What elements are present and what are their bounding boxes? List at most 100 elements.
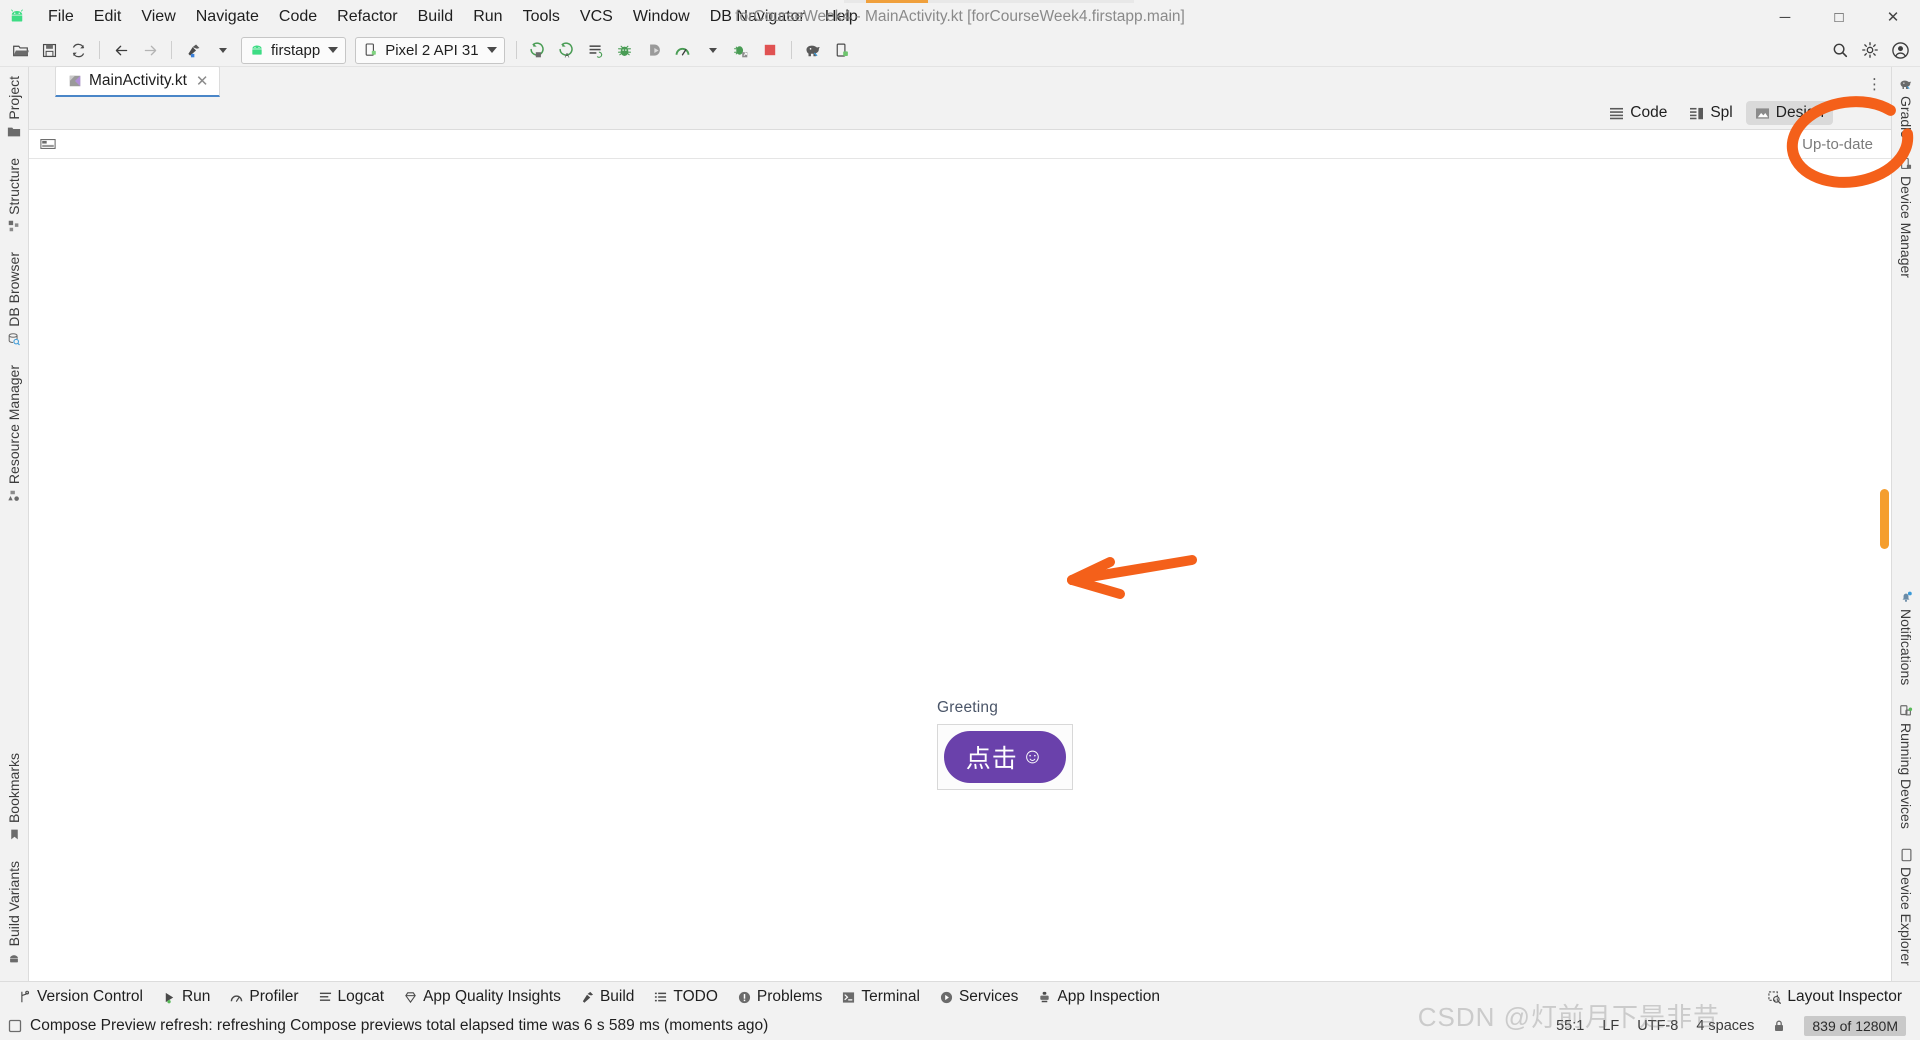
settings-gear-icon[interactable] xyxy=(1856,37,1884,63)
bottom-item-label: Layout Inspector xyxy=(1787,988,1902,1005)
notifications-bell-icon xyxy=(1898,589,1914,605)
sidebar-item-resource-manager[interactable]: Resource Manager xyxy=(6,358,22,511)
search-everywhere-icon[interactable] xyxy=(1826,37,1854,63)
menu-item-window[interactable]: Window xyxy=(623,5,700,29)
sidebar-item-project[interactable]: Project xyxy=(6,69,22,147)
menu-item-build[interactable]: Build xyxy=(408,5,464,29)
menu-item-tools[interactable]: Tools xyxy=(513,5,570,29)
menu-item-edit[interactable]: Edit xyxy=(84,5,132,29)
mode-button-design[interactable]: Design xyxy=(1745,101,1833,125)
bottom-item-problems[interactable]: Problems xyxy=(728,985,832,1009)
menu-item-vcs[interactable]: VCS xyxy=(570,5,623,29)
menu-item-db-navigator[interactable]: DB Navigator xyxy=(700,5,815,29)
canvas-vertical-scrollbar[interactable] xyxy=(1880,489,1889,549)
sidebar-item-label: Bookmarks xyxy=(6,752,22,823)
memory-indicator[interactable]: 839 of 1280M xyxy=(1804,1016,1906,1036)
menu-item-code[interactable]: Code xyxy=(269,5,327,29)
bottom-item-app-inspection[interactable]: App Inspection xyxy=(1028,985,1170,1009)
mode-button-code[interactable]: Code xyxy=(1600,101,1676,125)
caret-position[interactable]: 55:1 xyxy=(1556,1018,1584,1034)
debug-icon[interactable] xyxy=(611,37,639,63)
bottom-item-build[interactable]: Build xyxy=(571,985,644,1009)
menu-item-navigate[interactable]: Navigate xyxy=(186,5,269,29)
menu-item-refactor[interactable]: Refactor xyxy=(327,5,407,29)
bottom-item-version-control[interactable]: Version Control xyxy=(8,985,153,1009)
problems-icon xyxy=(738,991,751,1004)
folder-open-icon[interactable] xyxy=(6,37,34,63)
bottom-item-layout-inspector[interactable]: Layout Inspector xyxy=(1758,985,1912,1009)
indent-setting[interactable]: 4 spaces xyxy=(1696,1018,1754,1034)
close-icon[interactable]: ✕ xyxy=(194,72,211,90)
sidebar-item-structure[interactable]: Structure xyxy=(6,151,22,242)
code-view-icon xyxy=(1609,107,1624,120)
bottom-item-todo[interactable]: TODO xyxy=(644,985,728,1009)
build-hammer-icon[interactable] xyxy=(179,37,207,63)
device-explorer-icon xyxy=(1898,847,1914,863)
bottom-item-terminal[interactable]: Terminal xyxy=(832,985,930,1009)
device-selector[interactable]: Pixel 2 API 31 xyxy=(355,36,505,64)
sync-project-icon[interactable] xyxy=(64,37,92,63)
menu-item-run[interactable]: Run xyxy=(463,5,512,29)
app-quality-insights-icon xyxy=(404,991,417,1004)
close-button[interactable]: ✕ xyxy=(1866,0,1920,34)
editor-tab-mainactivity[interactable]: MainActivity.kt ✕ xyxy=(55,66,221,97)
mode-button-split[interactable]: Spl xyxy=(1680,101,1741,125)
android-studio-logo-icon xyxy=(0,8,34,26)
run-icon[interactable] xyxy=(524,37,552,63)
editor-options-kebab-icon[interactable]: ⋮ xyxy=(1867,75,1883,97)
preview-name-label: Greeting xyxy=(937,699,999,716)
user-account-icon[interactable] xyxy=(1886,37,1914,63)
sidebar-item-build-variants[interactable]: Build Variants xyxy=(6,854,22,973)
preview-render-box[interactable]: 点击 ☺ xyxy=(937,724,1073,790)
attach-debugger-icon[interactable] xyxy=(640,37,668,63)
bottom-item-services[interactable]: Services xyxy=(930,985,1028,1009)
compose-preview-canvas[interactable]: Greeting 点击 ☺ xyxy=(29,159,1891,981)
build-dropdown-caret-icon[interactable] xyxy=(208,37,236,63)
menu-item-view[interactable]: View xyxy=(131,5,185,29)
preview-status-label: Up-to-date xyxy=(1802,135,1873,153)
sidebar-item-device-explorer[interactable]: Device Explorer xyxy=(1898,840,1914,973)
bottom-item-label: App Inspection xyxy=(1057,988,1160,1005)
stop-icon[interactable] xyxy=(756,37,784,63)
sidebar-item-running-devices[interactable]: Running Devices xyxy=(1898,696,1914,836)
gradle-elephant-icon xyxy=(1898,76,1914,92)
sidebar-item-device-manager[interactable]: Device Manager xyxy=(1898,149,1914,285)
design-tools-icon[interactable] xyxy=(37,134,59,154)
editor-area: MainActivity.kt ✕ ⋮ Code Spl Design Up-t… xyxy=(29,66,1891,981)
file-encoding[interactable]: UTF-8 xyxy=(1637,1018,1678,1034)
run-with-coverage-icon[interactable]: A xyxy=(553,37,581,63)
maximize-button[interactable]: □ xyxy=(1812,0,1866,34)
left-rail-bottom-group: Bookmarks Build Variants xyxy=(6,744,22,981)
preview-click-button[interactable]: 点击 ☺ xyxy=(944,731,1066,783)
profiler-icon[interactable] xyxy=(669,37,697,63)
read-only-lock-icon[interactable] xyxy=(1772,1019,1786,1033)
minimize-button[interactable]: ─ xyxy=(1758,0,1812,34)
back-arrow-icon[interactable] xyxy=(107,37,135,63)
debug-attach-process-icon[interactable] xyxy=(727,37,755,63)
menu-item-help[interactable]: Help xyxy=(815,5,868,29)
preview-button-label: 点击 xyxy=(965,745,1018,773)
bottom-item-logcat[interactable]: Logcat xyxy=(309,985,395,1009)
bottom-item-app-quality-insights[interactable]: App Quality Insights xyxy=(394,985,571,1009)
module-selector[interactable]: firstapp xyxy=(241,36,347,64)
module-selector-caret-icon[interactable] xyxy=(328,47,339,53)
profiler-dropdown-caret-icon[interactable] xyxy=(698,37,726,63)
forward-arrow-icon[interactable] xyxy=(136,37,164,63)
main-menu-bar: File Edit View Navigate Code Refactor Bu… xyxy=(38,5,868,29)
device-manager-icon[interactable] xyxy=(828,37,856,63)
sidebar-item-notifications[interactable]: Notifications xyxy=(1898,582,1914,692)
sidebar-item-db-browser[interactable]: DB Browser xyxy=(6,245,22,354)
bottom-item-profiler[interactable]: Profiler xyxy=(220,985,308,1009)
device-selector-caret-icon[interactable] xyxy=(486,47,497,53)
save-icon[interactable] xyxy=(35,37,63,63)
logcat-icon xyxy=(319,991,332,1003)
gradle-elephant-icon[interactable] xyxy=(799,37,827,63)
menu-item-file[interactable]: File xyxy=(38,5,84,29)
apply-changes-icon[interactable] xyxy=(582,37,610,63)
sidebar-item-gradle[interactable]: Gradle xyxy=(1898,69,1914,145)
sidebar-item-bookmarks[interactable]: Bookmarks xyxy=(6,746,22,850)
tab-accent-strip xyxy=(844,0,1134,3)
line-separator[interactable]: LF xyxy=(1602,1018,1619,1034)
event-log-icon[interactable] xyxy=(8,1019,22,1033)
bottom-item-run[interactable]: Run xyxy=(153,985,220,1009)
